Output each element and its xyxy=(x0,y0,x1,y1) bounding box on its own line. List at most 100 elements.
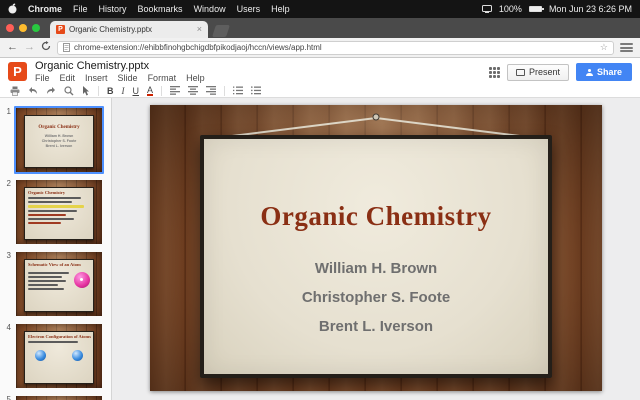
menu-users[interactable]: Users xyxy=(237,4,261,14)
back-button[interactable]: ← xyxy=(7,42,18,53)
thumb-text-column xyxy=(28,270,71,292)
close-window-button[interactable] xyxy=(6,24,14,32)
new-tab-button[interactable] xyxy=(212,25,230,37)
thumb-slide-title: Organic Chemistry xyxy=(25,125,93,130)
content-area: 1 Organic Chemistry William H. Brown Chr… xyxy=(0,98,640,400)
text-line xyxy=(28,341,78,343)
url-text: chrome-extension://ehibbfinohgbchigdbfpi… xyxy=(74,43,596,52)
app-menu-format[interactable]: Format xyxy=(148,73,177,84)
apps-grid-icon[interactable] xyxy=(489,67,500,78)
slide-thumbnail-2[interactable]: Organic Chemistry xyxy=(14,178,104,246)
slide-number: 3 xyxy=(2,250,14,318)
url-field[interactable]: chrome-extension://ehibbfinohgbchigdbfpi… xyxy=(57,41,614,55)
redo-icon[interactable] xyxy=(46,86,56,95)
slide-number: 4 xyxy=(2,322,14,390)
app-menu-insert[interactable]: Insert xyxy=(85,73,108,84)
minimize-window-button[interactable] xyxy=(19,24,27,32)
highlighted-text-line xyxy=(28,205,84,208)
app-header-actions: Present Share xyxy=(489,60,632,84)
thumbnail-wood-background: Organic Chemistry William H. Brown Chris… xyxy=(16,108,102,172)
menu-bookmarks[interactable]: Bookmarks xyxy=(138,4,183,14)
slide-canvas[interactable]: Organic Chemistry William H. Brown Chris… xyxy=(112,98,640,400)
author-line: William H. Brown xyxy=(204,254,549,283)
slide-title[interactable]: Organic Chemistry xyxy=(204,139,549,232)
align-right-icon[interactable] xyxy=(206,86,216,95)
macos-menu-bar: Chrome File History Bookmarks Window Use… xyxy=(0,0,640,18)
filmstrip-item-1: 1 Organic Chemistry William H. Brown Chr… xyxy=(2,106,105,174)
align-center-icon[interactable] xyxy=(188,86,198,95)
text-line xyxy=(28,280,66,282)
print-icon[interactable] xyxy=(10,86,20,96)
author-line: Christopher S. Foote xyxy=(204,283,549,312)
app-menu-help[interactable]: Help xyxy=(186,73,205,84)
bulleted-list-icon[interactable] xyxy=(251,86,261,95)
slide-thumbnail-4[interactable]: Electron Configuration of Atoms xyxy=(14,322,104,390)
thumbnail-wood-background: Schematic View of an Atom xyxy=(16,252,102,316)
slide-board: Organic Chemistry William H. Brown Chris… xyxy=(200,135,553,378)
select-cursor-icon[interactable] xyxy=(82,86,90,96)
filmstrip-item-5: 5 xyxy=(2,394,105,400)
atom-diagram-graphic xyxy=(74,272,90,288)
browser-tab[interactable]: P Organic Chemistry.pptx × xyxy=(50,21,208,38)
italic-button[interactable]: I xyxy=(122,86,125,96)
app-menu-edit[interactable]: Edit xyxy=(60,73,76,84)
app-menu-slide[interactable]: Slide xyxy=(118,73,138,84)
text-line xyxy=(28,197,81,199)
text-line xyxy=(28,288,64,290)
text-line xyxy=(28,272,69,274)
clock-menu[interactable]: Mon Jun 23 6:26 PM xyxy=(549,4,632,14)
menu-window[interactable]: Window xyxy=(194,4,226,14)
menu-history[interactable]: History xyxy=(99,4,127,14)
slide-filmstrip[interactable]: 1 Organic Chemistry William H. Brown Chr… xyxy=(0,98,112,400)
present-label: Present xyxy=(529,67,560,77)
text-line xyxy=(28,222,61,224)
thumbnail-board: Schematic View of an Atom xyxy=(24,259,94,312)
thumb-slide-title: Organic Chemistry xyxy=(28,190,93,195)
text-line xyxy=(28,284,58,286)
tab-title: Organic Chemistry.pptx xyxy=(69,25,193,34)
slide-authors[interactable]: William H. Brown Christopher S. Foote Br… xyxy=(204,254,549,341)
bold-button[interactable]: B xyxy=(107,86,114,96)
present-button[interactable]: Present xyxy=(507,64,569,81)
forward-button[interactable]: → xyxy=(24,42,35,53)
chrome-menu-icon[interactable] xyxy=(620,42,633,53)
numbered-list-icon[interactable] xyxy=(233,86,243,95)
menu-file[interactable]: File xyxy=(73,4,88,14)
zoom-window-button[interactable] xyxy=(32,24,40,32)
bookmark-star-icon[interactable]: ☆ xyxy=(600,42,608,53)
share-label: Share xyxy=(597,67,622,77)
slide-thumbnail-3[interactable]: Schematic View of an Atom xyxy=(14,250,104,318)
app-logo[interactable]: P xyxy=(8,62,27,81)
slide-number: 2 xyxy=(2,178,14,246)
thumb-slide-title: Electron Configuration of Atoms xyxy=(28,334,93,339)
tab-close-icon[interactable]: × xyxy=(197,25,202,34)
app-menu-file[interactable]: File xyxy=(35,73,50,84)
menu-help[interactable]: Help xyxy=(271,4,290,14)
text-line xyxy=(28,218,74,220)
text-line xyxy=(28,214,66,216)
slide-thumbnail-5[interactable] xyxy=(14,394,104,400)
current-slide[interactable]: Organic Chemistry William H. Brown Chris… xyxy=(150,105,602,391)
slide-thumbnail-1[interactable]: Organic Chemistry William H. Brown Chris… xyxy=(14,106,104,174)
undo-icon[interactable] xyxy=(28,86,38,95)
text-color-button[interactable]: A xyxy=(147,86,153,96)
filmstrip-item-3: 3 Schematic View of an Atom xyxy=(2,250,105,318)
monitor-icon xyxy=(516,69,525,76)
refresh-button[interactable] xyxy=(41,41,51,54)
author-line: Brent L. Iverson xyxy=(204,312,549,341)
underline-button[interactable]: U xyxy=(133,86,140,96)
display-status-icon[interactable] xyxy=(482,5,492,13)
filmstrip-item-2: 2 Organic Chemistry xyxy=(2,178,105,246)
sphere-graphic xyxy=(72,350,83,361)
text-line xyxy=(28,276,62,278)
thumbnail-board: Organic Chemistry xyxy=(24,187,94,240)
app-menubar: File Edit Insert Slide Format Help xyxy=(35,73,489,84)
share-button[interactable]: Share xyxy=(576,63,632,81)
zoom-icon[interactable] xyxy=(64,86,74,96)
text-line xyxy=(28,201,72,203)
document-title[interactable]: Organic Chemistry.pptx xyxy=(35,60,489,73)
thumbnail-wood-background: Electron Configuration of Atoms xyxy=(16,324,102,388)
menu-chrome[interactable]: Chrome xyxy=(28,4,62,14)
align-left-icon[interactable] xyxy=(170,86,180,95)
apple-menu-icon[interactable] xyxy=(8,3,17,16)
